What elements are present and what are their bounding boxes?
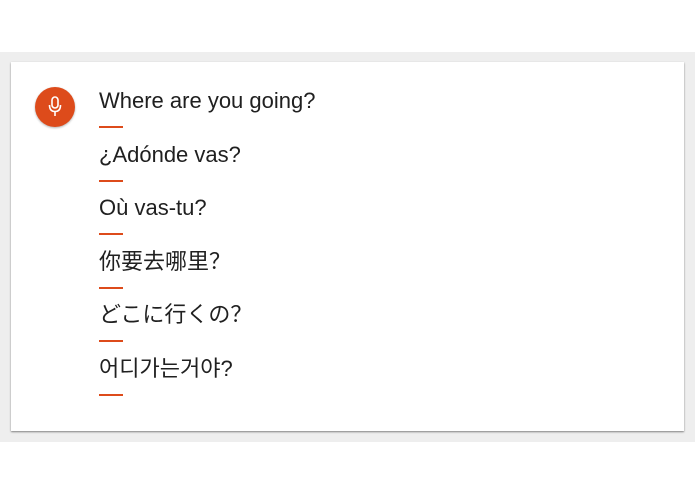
phrase-underline <box>99 286 123 289</box>
phrase-list: Where are you going? ¿Adónde vas? Où vas… <box>99 88 315 409</box>
phrase-underline <box>99 393 123 396</box>
microphone-icon <box>47 95 63 119</box>
phrase-item-spanish[interactable]: ¿Adónde vas? <box>99 142 315 196</box>
phrase-item-japanese[interactable]: どこに行くの？ <box>99 302 315 356</box>
phrase-item-english[interactable]: Where are you going? <box>99 88 315 142</box>
phrase-text: どこに行くの？ <box>99 302 253 327</box>
phrase-item-french[interactable]: Où vas-tu? <box>99 195 315 249</box>
phrase-text: ¿Adónde vas? <box>99 141 241 167</box>
phrase-underline <box>99 126 123 128</box>
phrase-item-chinese[interactable]: 你要去哪里？ <box>99 249 315 303</box>
phrase-text: Where are you going? <box>99 88 316 113</box>
phrase-underline <box>99 233 123 235</box>
translation-card: Where are you going? ¿Adónde vas? Où vas… <box>11 62 684 431</box>
phrase-text: 어디가는거야? <box>99 355 233 381</box>
mic-button[interactable] <box>35 87 75 127</box>
phrase-item-korean[interactable]: 어디가는거야? <box>99 356 315 410</box>
phrase-text: Où vas-tu? <box>99 195 207 220</box>
phrase-text: 你要去哪里？ <box>99 248 232 274</box>
phrase-underline <box>99 340 123 342</box>
phrase-underline <box>99 179 123 182</box>
